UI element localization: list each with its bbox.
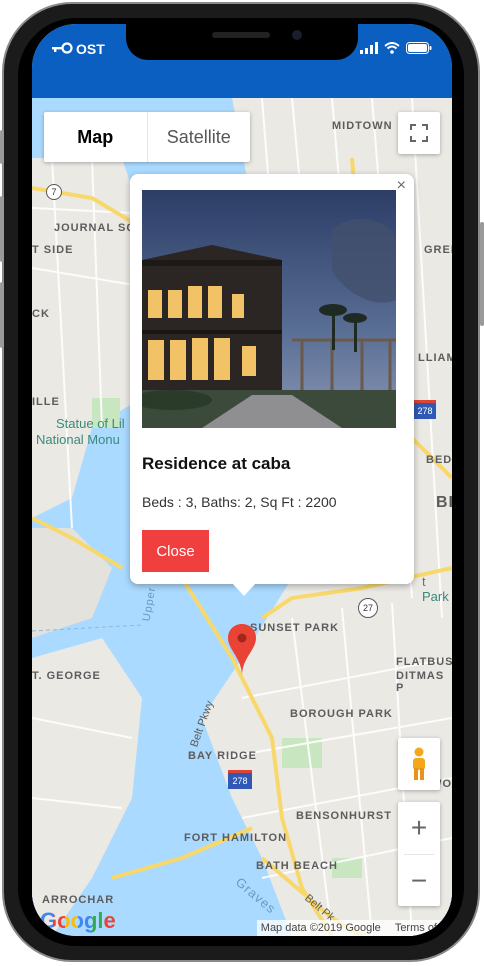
fullscreen-button[interactable]	[398, 112, 440, 154]
info-window-tail	[232, 583, 256, 596]
map-data-credit: Map data ©2019 Google	[260, 922, 381, 934]
zoom-in-button[interactable]: +	[398, 802, 440, 854]
system-icons	[360, 42, 432, 54]
map-label-national-monument: National Monu	[36, 432, 120, 447]
house-image	[142, 190, 396, 428]
map-label-sunset-park: SUNSET PARK	[250, 622, 340, 634]
carrier: OST	[52, 41, 105, 57]
fullscreen-icon	[410, 124, 428, 142]
zoom-control: + −	[398, 802, 440, 906]
map-pin-icon	[228, 624, 256, 676]
signal-icon	[360, 42, 378, 54]
map-label-gree: GREE	[424, 244, 452, 256]
map-label-park: t Park	[422, 574, 449, 604]
map-label-ditmas-park: DITMAS P	[396, 670, 445, 694]
map-label-arrochar: ARROCHAR	[42, 894, 115, 906]
map-label-bensonhurst: BENSONHURST	[296, 810, 392, 822]
map-label-borough-park: BOROUGH PARK	[290, 708, 393, 720]
phone-screen: MIDTOWN JOURNAL SQ T SIDE GREE LLIAMS BE…	[32, 24, 452, 936]
map-label-fort-hamilton: FORT HAMILTON	[184, 832, 288, 844]
map-label-lliams: LLIAMS	[418, 352, 452, 364]
earpiece	[212, 32, 270, 38]
map-type-map-button[interactable]: Map	[44, 112, 148, 162]
info-window-close-icon[interactable]: ×	[397, 177, 406, 195]
carrier-name: OST	[76, 41, 105, 57]
key-icon	[52, 41, 74, 57]
map-label-t-side: T SIDE	[32, 244, 74, 256]
google-logo: Google	[40, 908, 116, 933]
map-label-bedf: BEDF	[426, 454, 452, 466]
volume-up-button	[0, 196, 4, 262]
map-label-ck: CK	[32, 308, 50, 320]
map-label-flatbush: FLATBUS	[396, 656, 452, 668]
map-label-bay-ridge: BAY RIDGE	[188, 750, 257, 762]
map-label-bi: BI	[436, 494, 452, 511]
highway-shield-278-south: 278	[228, 770, 252, 789]
close-button[interactable]: Close	[142, 530, 209, 572]
mute-switch	[0, 130, 4, 164]
info-window: × Residence at caba Beds: 3, Baths: 2, …	[130, 174, 414, 596]
route-shield-27: 27	[358, 598, 378, 618]
zoom-out-button[interactable]: −	[398, 855, 440, 907]
map-type-control: Map Satellite	[44, 112, 250, 162]
highway-shield-278-north: 278	[414, 400, 436, 419]
street-view-pegman[interactable]	[398, 738, 440, 790]
map-attribution: Map data ©2019 Google Terms of U	[256, 920, 452, 936]
map-label-statue: Statue of Lil	[56, 416, 125, 431]
map-label-journal-sq: JOURNAL SQ	[54, 222, 136, 234]
map-label-st-george: T. GEORGE	[32, 670, 101, 682]
power-button	[480, 222, 484, 326]
map-label-ille: ILLE	[32, 396, 60, 408]
map-type-satellite-button[interactable]: Satellite	[148, 112, 251, 162]
map-canvas[interactable]: MIDTOWN JOURNAL SQ T SIDE GREE LLIAMS BE…	[32, 98, 452, 936]
pegman-icon	[413, 747, 425, 780]
front-camera	[292, 30, 302, 40]
route-shield-7: 7	[46, 184, 62, 200]
map-label-bath-beach: BATH BEACH	[256, 860, 338, 872]
terms-of-use-link[interactable]: Terms of U	[395, 922, 448, 934]
property-photo	[142, 190, 396, 428]
map-marker[interactable]	[228, 624, 256, 681]
property-details: Beds : 3, Baths: 2, Sq Ft : 2200	[142, 494, 337, 510]
property-title: Residence at caba	[142, 454, 291, 473]
volume-down-button	[0, 282, 4, 348]
map-label-midtown: MIDTOWN	[332, 120, 393, 132]
battery-icon	[406, 42, 432, 54]
wifi-icon	[384, 42, 400, 54]
notch	[126, 24, 358, 60]
